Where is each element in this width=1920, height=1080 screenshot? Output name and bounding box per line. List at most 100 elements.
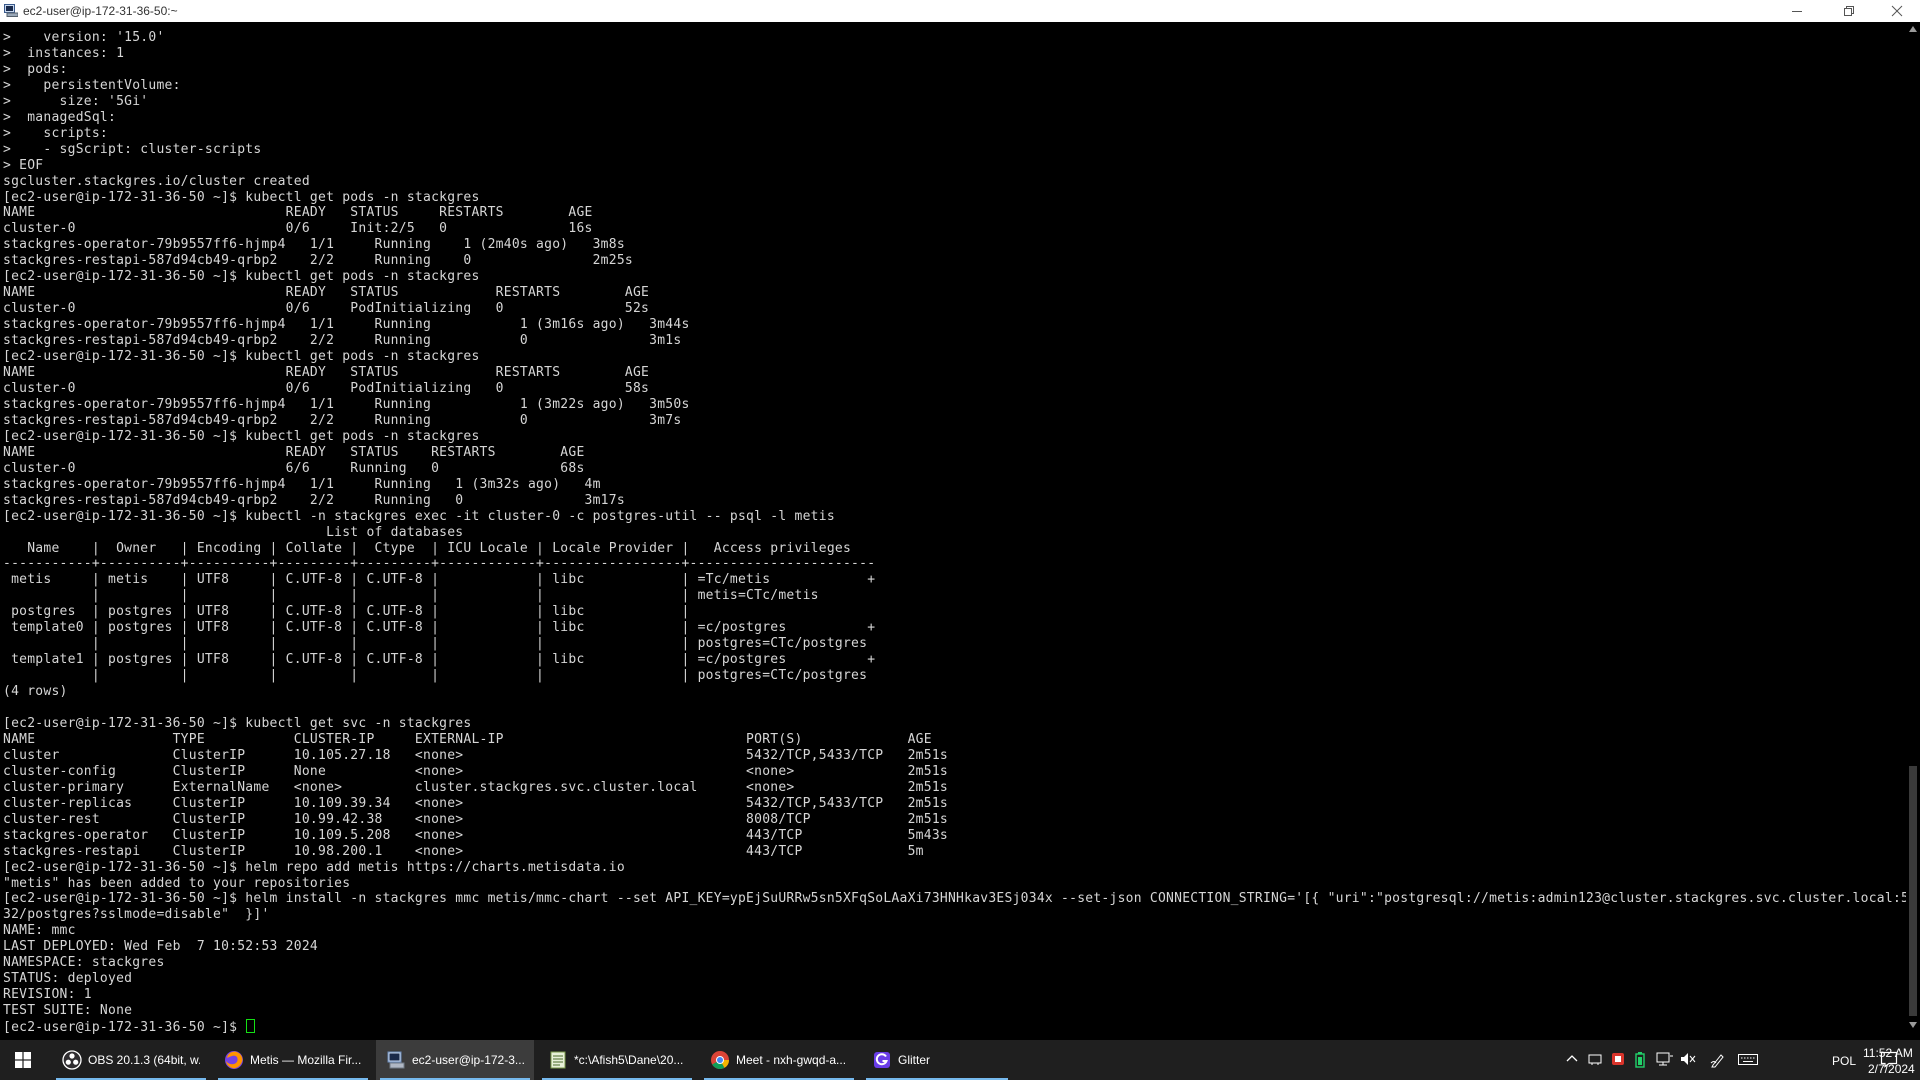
terminal-line: cluster-0 0/6 PodInitializing 0 52s xyxy=(3,301,650,317)
terminal-line: REVISION: 1 xyxy=(3,987,92,1003)
terminal-line: NAME READY STATUS RESTARTS AGE xyxy=(3,444,585,460)
terminal-line: [ec2-user@ip-172-31-36-50 ~]$ kubectl ge… xyxy=(3,349,480,365)
taskbar-item-label: Metis — Mozilla Fir... xyxy=(250,1053,362,1067)
terminal-line: | | | | | | | postgres=CTc/postgres xyxy=(91,636,868,652)
terminal-line: "metis" has been added to your repositor… xyxy=(3,875,351,891)
terminal-text: > version: '15.0' > instances: 1 > pods:… xyxy=(3,30,1906,1034)
terminal-line: cluster-replicas ClusterIP 10.109.39.34 … xyxy=(3,795,948,811)
window-title-bar[interactable]: ec2-user@ip-172-31-36-50:~ xyxy=(0,0,1920,23)
notepad-icon xyxy=(550,1051,566,1069)
terminal-line: stackgres-restapi-587d94cb49-qrbp2 2/2 R… xyxy=(3,492,625,508)
terminal-line: stackgres-operator-79b9557ff6-hjmp4 1/1 … xyxy=(3,317,690,333)
scroll-up-arrow-icon[interactable] xyxy=(1909,26,1917,32)
terminal-line: cluster-primary ExternalName <none> clus… xyxy=(3,779,948,795)
input-language-indicator[interactable]: POL xyxy=(1832,1054,1856,1068)
terminal-line: stackgres-restapi-587d94cb49-qrbp2 2/2 R… xyxy=(3,412,682,428)
terminal-line: > instances: 1 xyxy=(3,45,125,61)
firefox-icon xyxy=(225,1051,243,1069)
terminal-line: stackgres-restapi-587d94cb49-qrbp2 2/2 R… xyxy=(3,253,633,269)
terminal-cursor xyxy=(246,1019,256,1034)
terminal-line: stackgres-restapi ClusterIP 10.98.200.1 … xyxy=(3,843,924,859)
minimize-icon xyxy=(1792,11,1802,12)
terminal-line: [ec2-user@ip-172-31-36-50 ~]$ kubectl ge… xyxy=(3,269,480,285)
putty-app-icon[interactable] xyxy=(4,4,18,17)
terminal-line: cluster-rest ClusterIP 10.99.42.38 <none… xyxy=(3,811,948,827)
terminal-line: cluster-0 6/6 Running 0 68s xyxy=(3,460,585,476)
terminal-history: > version: '15.0' > instances: 1 > pods:… xyxy=(3,30,1906,1018)
close-button[interactable] xyxy=(1874,0,1920,22)
terminal-line: cluster-config ClusterIP None <none> <no… xyxy=(3,763,948,779)
taskbar-item-label: OBS 20.1.3 (64bit, w... xyxy=(88,1053,200,1067)
terminal-line: > scripts: xyxy=(3,125,108,141)
terminal-line: > managedSql: xyxy=(3,109,117,125)
restore-button[interactable] xyxy=(1826,0,1872,22)
taskbar-item-glitter[interactable]: Glitter xyxy=(862,1040,1012,1080)
terminal-line: -----------+----------+----------+------… xyxy=(3,556,876,572)
action-center-notification-icon[interactable] xyxy=(1880,1050,1898,1068)
taskbar-item-putty[interactable]: ec2-user@ip-172-3... xyxy=(376,1040,534,1080)
terminal-line: 32/postgres?sslmode=disable" }]' xyxy=(3,907,270,923)
terminal-prompt: [ec2-user@ip-172-31-36-50 ~]$ xyxy=(3,1020,246,1034)
terminal-line: TEST SUITE: None xyxy=(3,1003,133,1019)
terminal-line: STATUS: deployed xyxy=(3,971,133,987)
close-icon xyxy=(1891,5,1903,17)
terminal-line: LAST DEPLOYED: Wed Feb 7 10:52:53 2024 xyxy=(3,939,318,955)
terminal-scrollbar[interactable] xyxy=(1906,22,1920,1034)
terminal-line: | | | | | | | postgres=CTc/postgres xyxy=(91,668,868,684)
windows-taskbar: OBS 20.1.3 (64bit, w... Metis — Mozilla … xyxy=(0,1040,1920,1080)
terminal-line: stackgres-operator-79b9557ff6-hjmp4 1/1 … xyxy=(3,237,625,253)
windows-logo-icon xyxy=(15,1052,31,1068)
terminal-line: postgres | postgres | UTF8 | C.UTF-8 | C… xyxy=(11,604,690,620)
terminal-line: List of databases xyxy=(326,524,464,540)
taskbar-item-label: *c:\Afish5\Dane\20... xyxy=(574,1053,684,1067)
touch-keyboard-icon[interactable] xyxy=(1738,1052,1758,1066)
terminal-line: template0 | postgres | UTF8 | C.UTF-8 | … xyxy=(11,620,876,636)
terminal-line: > version: '15.0' xyxy=(3,30,165,45)
terminal-line: NAME READY STATUS RESTARTS AGE xyxy=(3,365,650,381)
scroll-down-arrow-icon[interactable] xyxy=(1909,1022,1917,1028)
show-hidden-icons-chevron-up-icon[interactable] xyxy=(1566,1052,1578,1066)
network-monitor-icon[interactable] xyxy=(1656,1052,1674,1066)
terminal-line: | | | | | | | metis=CTc/metis xyxy=(91,588,819,604)
taskbar-item-label: Glitter xyxy=(898,1053,931,1067)
terminal-line: [ec2-user@ip-172-31-36-50 ~]$ kubectl ge… xyxy=(3,189,480,205)
terminal-line: cluster ClusterIP 10.105.27.18 <none> 54… xyxy=(3,747,948,763)
taskbar-item-firefox[interactable]: Metis — Mozilla Fir... xyxy=(214,1040,372,1080)
terminal-line: NAME READY STATUS RESTARTS AGE xyxy=(3,285,650,301)
terminal-line: [ec2-user@ip-172-31-36-50 ~]$ kubectl -n… xyxy=(3,508,835,524)
terminal-line: cluster-0 0/6 Init:2/5 0 16s xyxy=(3,221,593,237)
taskbar-item-obs[interactable]: OBS 20.1.3 (64bit, w... xyxy=(52,1040,210,1080)
restore-icon xyxy=(1844,6,1854,16)
taskbar-item-label: Meet - nxh-gwqd-a... xyxy=(736,1053,847,1067)
volume-muted-icon[interactable] xyxy=(1680,1052,1696,1066)
red-app-tray-icon[interactable] xyxy=(1611,1052,1625,1066)
glitter-icon xyxy=(874,1052,890,1068)
terminal-line: stackgres-operator-79b9557ff6-hjmp4 1/1 … xyxy=(3,396,690,412)
battery-tray-icon[interactable] xyxy=(1634,1052,1646,1068)
terminal-output[interactable]: > version: '15.0' > instances: 1 > pods:… xyxy=(0,22,1906,1034)
taskbar-item-notepad[interactable]: *c:\Afish5\Dane\20... xyxy=(538,1040,696,1080)
terminal-line: > EOF xyxy=(3,157,44,173)
terminal-line: > size: '5Gi' xyxy=(3,93,149,109)
terminal-line: NAME: mmc xyxy=(3,923,76,939)
terminal-line: > persistentVolume: xyxy=(3,77,181,93)
minimize-button[interactable] xyxy=(1774,0,1820,22)
window-title: ec2-user@ip-172-31-36-50:~ xyxy=(23,4,178,18)
pen-workspace-icon[interactable] xyxy=(1710,1052,1726,1068)
terminal-line: cluster-0 0/6 PodInitializing 0 58s xyxy=(3,380,650,396)
terminal-line: > - sgScript: cluster-scripts xyxy=(3,141,262,157)
start-button[interactable] xyxy=(0,1040,46,1080)
scrollbar-thumb[interactable] xyxy=(1909,766,1917,1016)
terminal-line: sgcluster.stackgres.io/cluster created xyxy=(3,173,310,189)
taskbar-item-chrome[interactable]: Meet - nxh-gwqd-a... xyxy=(700,1040,858,1080)
terminal-line: [ec2-user@ip-172-31-36-50 ~]$ kubectl ge… xyxy=(3,715,472,731)
terminal-line: stackgres-operator ClusterIP 10.109.5.20… xyxy=(3,827,948,843)
terminal-line: [ec2-user@ip-172-31-36-50 ~]$ kubectl ge… xyxy=(3,428,480,444)
terminal-line: [ec2-user@ip-172-31-36-50 ~]$ helm repo … xyxy=(3,859,625,875)
terminal-line: metis | metis | UTF8 | C.UTF-8 | C.UTF-8… xyxy=(11,572,876,588)
terminal-line: stackgres-restapi-587d94cb49-qrbp2 2/2 R… xyxy=(3,333,682,349)
obs-icon xyxy=(62,1050,82,1070)
terminal-line: template1 | postgres | UTF8 | C.UTF-8 | … xyxy=(11,652,876,668)
network-tray-icon[interactable] xyxy=(1588,1052,1602,1066)
terminal-line: NAME TYPE CLUSTER-IP EXTERNAL-IP PORT(S)… xyxy=(3,731,932,747)
